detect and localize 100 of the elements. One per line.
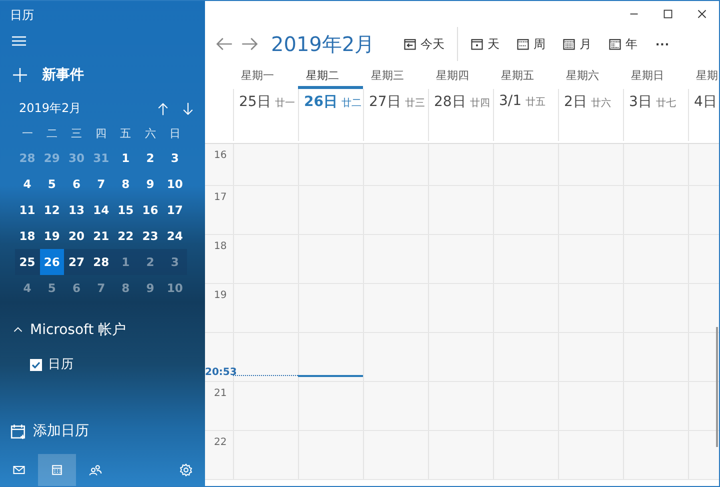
- mini-calendar-day[interactable]: 16: [138, 197, 163, 223]
- mini-calendar-day[interactable]: 18: [15, 223, 40, 249]
- mini-calendar-day[interactable]: 2: [138, 145, 163, 171]
- date-header[interactable]: 3/1 廿五: [493, 89, 558, 141]
- mini-calendar-day[interactable]: 9: [138, 171, 163, 197]
- date-header[interactable]: 25日 廿一: [233, 89, 298, 141]
- calendar-nav-button[interactable]: [38, 454, 76, 486]
- mini-calendar-day[interactable]: 25: [15, 249, 40, 275]
- mini-calendar-day[interactable]: 10: [162, 275, 188, 301]
- add-calendar-icon: [10, 422, 27, 440]
- mini-calendar-day[interactable]: 1: [113, 145, 138, 171]
- new-event-button[interactable]: 新事件: [12, 66, 205, 84]
- day-view-button[interactable]: 天: [462, 29, 508, 59]
- lunar-date: 廿七: [656, 96, 676, 110]
- mini-calendar-day[interactable]: 8: [113, 171, 138, 197]
- date-header[interactable]: 28日 廿四: [428, 89, 493, 141]
- lunar-date: 廿一: [274, 96, 295, 110]
- mini-calendar-day[interactable]: 3: [162, 145, 188, 171]
- mini-calendar-day[interactable]: 22: [113, 223, 138, 249]
- mini-calendar-day[interactable]: 6: [64, 275, 89, 301]
- mini-calendar-day[interactable]: 3: [162, 249, 188, 275]
- mini-calendar-day[interactable]: 11: [15, 197, 40, 223]
- week-view-button[interactable]: 周: [508, 29, 554, 59]
- calendar-icon: [50, 463, 64, 477]
- mini-calendar-day[interactable]: 17: [162, 197, 188, 223]
- mini-calendar-day[interactable]: 5: [40, 171, 64, 197]
- mini-calendar-day[interactable]: 6: [64, 171, 89, 197]
- mini-calendar-day[interactable]: 10: [162, 171, 188, 197]
- date-header[interactable]: 4日: [688, 89, 719, 141]
- hour-label: 18: [213, 240, 228, 254]
- mini-calendar-day[interactable]: 13: [64, 197, 89, 223]
- weekday-label: 五: [119, 126, 132, 142]
- lunar-date: 廿五: [526, 96, 546, 109]
- mini-calendar-day[interactable]: 5: [40, 275, 64, 301]
- weekday-header: 星期: [695, 68, 719, 84]
- mini-calendar-day[interactable]: 4: [15, 275, 40, 301]
- mini-calendar-day[interactable]: 24: [162, 223, 188, 249]
- right-arrow-icon: [241, 35, 259, 53]
- date-header[interactable]: 3日 廿七: [623, 89, 688, 141]
- hour-label: 16: [213, 149, 228, 163]
- day-view-icon: [470, 37, 484, 51]
- calendar-checkbox[interactable]: [30, 358, 42, 370]
- date-label: 2日: [564, 93, 587, 111]
- more-button[interactable]: ···: [646, 36, 680, 52]
- mail-icon: [12, 463, 26, 477]
- weekday-label: 一: [20, 126, 34, 142]
- previous-month-button[interactable]: [156, 102, 170, 116]
- mini-calendar-day[interactable]: 20: [64, 223, 89, 249]
- weekday-label: 日: [168, 126, 182, 142]
- mini-calendar-day[interactable]: 12: [40, 197, 64, 223]
- mini-calendar-day[interactable]: 27: [64, 249, 89, 275]
- weekday-header: 星期日: [630, 68, 665, 84]
- date-header[interactable]: 26日 廿二: [298, 89, 363, 141]
- weekday-header: 星期六: [565, 68, 600, 84]
- mini-calendar-day[interactable]: 14: [88, 197, 114, 223]
- weekday-header: 星期五: [500, 68, 535, 84]
- mini-calendar-day[interactable]: 2: [138, 249, 163, 275]
- weekday-label: 六: [144, 126, 157, 142]
- mini-calendar-month[interactable]: 2019年2月: [19, 100, 145, 117]
- mini-calendar-day[interactable]: 28: [88, 249, 114, 275]
- weekday-header: 星期三: [370, 68, 405, 84]
- mini-calendar-day[interactable]: 4: [15, 171, 40, 197]
- mini-calendar-day[interactable]: 9: [138, 275, 163, 301]
- date-header[interactable]: 27日 廿三: [363, 89, 428, 141]
- mini-calendar-day[interactable]: 26: [40, 249, 64, 275]
- scrollbar[interactable]: [716, 327, 718, 447]
- current-time-marker: [298, 375, 363, 377]
- hour-label: 22: [213, 436, 228, 450]
- left-arrow-icon: [215, 35, 233, 53]
- today-icon: [402, 37, 417, 51]
- mini-calendar-day[interactable]: 23: [138, 223, 163, 249]
- period-title[interactable]: 2019年2月: [271, 30, 375, 58]
- add-calendar-button[interactable]: 添加日历: [10, 422, 205, 440]
- mini-calendar-day[interactable]: 7: [88, 275, 114, 301]
- next-month-button[interactable]: [181, 102, 195, 116]
- today-button[interactable]: 今天: [394, 29, 453, 59]
- lunar-date: 廿三: [404, 96, 425, 110]
- mini-calendar-day[interactable]: 15: [113, 197, 138, 223]
- mini-calendar-day[interactable]: 19: [40, 223, 64, 249]
- month-view-button[interactable]: 月: [554, 29, 600, 59]
- date-label: 25日: [239, 93, 271, 111]
- hour-label: 17: [213, 191, 228, 205]
- hour-label: 21: [213, 387, 228, 401]
- lunar-date: 廿四: [470, 96, 490, 110]
- week-view-icon: [516, 37, 530, 51]
- mini-calendar-day[interactable]: 8: [113, 275, 138, 301]
- lunar-date: 廿二: [341, 96, 362, 110]
- up-arrow-icon: [156, 102, 170, 116]
- lunar-date: 廿六: [590, 96, 611, 110]
- weekday-label: 四: [94, 126, 108, 142]
- mini-calendar-day[interactable]: 7: [88, 171, 114, 197]
- date-label: 26日: [304, 93, 338, 111]
- date-header[interactable]: 2日 廿六: [558, 89, 623, 141]
- year-view-button[interactable]: 年: [600, 29, 646, 59]
- year-view-icon: [608, 37, 622, 51]
- weekday-header: 星期四: [435, 68, 470, 84]
- mini-calendar-day[interactable]: 21: [88, 223, 114, 249]
- maximize-icon: [662, 8, 674, 20]
- mini-calendar-day[interactable]: 1: [113, 249, 138, 275]
- account-header[interactable]: Microsoft 帐户: [12, 321, 205, 339]
